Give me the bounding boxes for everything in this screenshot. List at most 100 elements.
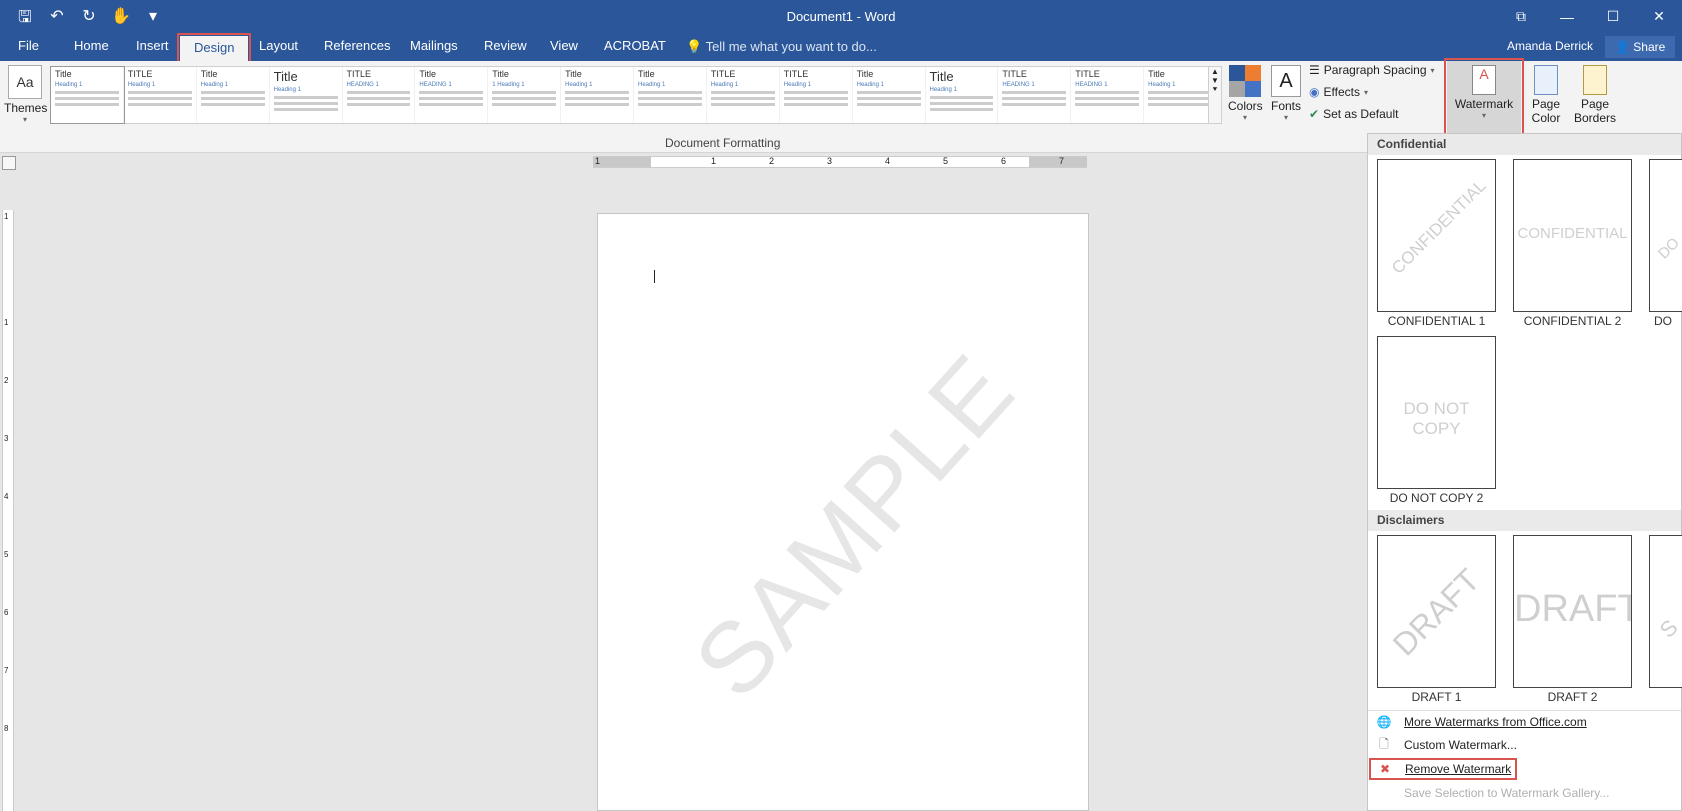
style-set-text-line bbox=[200, 97, 265, 100]
colors-label: Colors bbox=[1228, 99, 1263, 113]
style-set-text-line bbox=[55, 97, 119, 100]
ribbon-tab-bar: File Home Insert Design Layout Reference… bbox=[0, 33, 1682, 64]
set-as-default-button[interactable]: ✔ Set as Default bbox=[1309, 107, 1398, 121]
custom-watermark-item[interactable]: 🗋 Custom Watermark... bbox=[1368, 734, 1681, 756]
style-set-item[interactable]: TITLE HEADING 1 bbox=[998, 67, 1072, 123]
page-borders-button[interactable]: Page Borders bbox=[1570, 65, 1620, 125]
more-watermarks-item[interactable]: 🌐 More Watermarks from Office.com bbox=[1368, 710, 1681, 732]
effects-button[interactable]: ◉ Effects ▾ bbox=[1309, 85, 1368, 99]
paragraph-spacing-label: Paragraph Spacing bbox=[1323, 63, 1427, 77]
confidential-header: Confidential bbox=[1368, 134, 1681, 155]
watermark-thumb-sample[interactable]: S bbox=[1649, 535, 1682, 688]
chevron-down-icon: ▾ bbox=[1242, 113, 1247, 122]
style-set-text-line bbox=[127, 97, 192, 100]
tab-references[interactable]: References bbox=[324, 38, 390, 53]
watermark-thumb-do-not-copy-1[interactable]: DO bbox=[1649, 159, 1682, 312]
style-set-item[interactable]: TITLE Heading 1 bbox=[707, 67, 780, 123]
style-set-text-line bbox=[492, 103, 557, 106]
fonts-button[interactable]: A Fonts ▾ bbox=[1270, 65, 1302, 122]
document-icon: 🗋 bbox=[1379, 736, 1389, 751]
style-set-item[interactable]: Title Heading 1 bbox=[270, 67, 343, 123]
share-button[interactable]: 👤 Share bbox=[1605, 36, 1676, 58]
style-set-item[interactable]: Title Heading 1 bbox=[197, 67, 270, 123]
style-set-item[interactable]: TITLE Heading 1 bbox=[780, 67, 853, 123]
style-set-heading: Heading 1 bbox=[1148, 82, 1176, 88]
style-set-item[interactable]: Title HEADING 1 bbox=[415, 67, 489, 123]
tab-review[interactable]: Review bbox=[484, 38, 527, 53]
remove-watermark-item[interactable]: ✖ Remove Watermark bbox=[1369, 758, 1517, 780]
ruler-number: 1 bbox=[4, 318, 9, 327]
style-set-text-line bbox=[710, 97, 775, 100]
tab-home[interactable]: Home bbox=[74, 38, 109, 53]
ruler-number: 3 bbox=[4, 434, 9, 443]
more-watermarks-label: More Watermarks from Office.com bbox=[1404, 714, 1587, 729]
style-set-item[interactable]: Title Heading 1 bbox=[634, 67, 707, 123]
watermark-thumb-draft-1[interactable]: DRAFT bbox=[1377, 535, 1496, 688]
title-bar: 🖫 ↶ ↻ ✋ ▾ Document1 - Word ⧉ — ☐ ✕ bbox=[0, 0, 1682, 33]
page-color-label-2: Color bbox=[1531, 111, 1561, 125]
tab-selector[interactable] bbox=[2, 156, 16, 170]
style-set-item[interactable]: Title Heading 1 bbox=[50, 66, 125, 124]
style-set-text-line bbox=[856, 103, 921, 106]
style-set-item[interactable]: TITLE HEADING 1 bbox=[1071, 67, 1145, 123]
document-page[interactable]: SAMPLE bbox=[597, 213, 1089, 811]
style-set-item[interactable]: TITLE Heading 1 bbox=[124, 67, 197, 123]
watermark-button[interactable]: A Watermark ▾ bbox=[1444, 58, 1524, 137]
style-set-heading: Heading 1 bbox=[856, 82, 884, 88]
style-set-text-line bbox=[929, 96, 994, 99]
globe-icon: 🌐 bbox=[1376, 714, 1392, 729]
style-set-item[interactable]: Title Heading 1 bbox=[926, 67, 999, 123]
tab-design[interactable]: Design bbox=[176, 33, 252, 64]
tab-view[interactable]: View bbox=[550, 38, 578, 53]
vertical-ruler[interactable]: 1 1 2 3 4 5 6 7 8 bbox=[2, 210, 14, 811]
page-color-button[interactable]: Page Color bbox=[1524, 65, 1568, 125]
ruler-number: 4 bbox=[885, 156, 891, 166]
style-set-text-line bbox=[638, 97, 702, 100]
save-selection-label: Save Selection to Watermark Gallery... bbox=[1404, 786, 1610, 800]
maximize-icon[interactable]: ☐ bbox=[1590, 0, 1636, 33]
style-set-title: TITLE bbox=[127, 69, 153, 79]
style-set-title: TITLE bbox=[710, 69, 736, 79]
tab-acrobat[interactable]: ACROBAT bbox=[604, 38, 666, 53]
paragraph-spacing-icon: ☰ bbox=[1309, 63, 1320, 77]
horizontal-ruler[interactable]: 1 1 2 3 4 5 6 7 bbox=[593, 156, 1087, 168]
watermark-thumb-do-not-copy-2[interactable]: DO NOT COPY bbox=[1377, 336, 1496, 489]
style-set-item[interactable]: Title Heading 1 bbox=[853, 67, 926, 123]
watermark-thumb-confidential-1[interactable]: CONFIDENTIAL bbox=[1377, 159, 1496, 312]
style-set-title: Title bbox=[1148, 69, 1165, 79]
style-set-item[interactable]: Title Heading 1 bbox=[1144, 67, 1217, 123]
style-set-item[interactable]: TITLE HEADING 1 bbox=[343, 67, 416, 123]
tab-mailings[interactable]: Mailings bbox=[410, 38, 458, 53]
tab-file[interactable]: File bbox=[18, 38, 39, 53]
watermark-thumb-draft-2[interactable]: DRAFT bbox=[1513, 535, 1632, 688]
fonts-icon: A bbox=[1271, 65, 1301, 97]
tab-layout[interactable]: Layout bbox=[259, 38, 298, 53]
style-set-title: Title bbox=[492, 69, 509, 79]
style-set-heading: HEADING 1 bbox=[1075, 82, 1108, 88]
thumb-caption: DRAFT 1 bbox=[1411, 690, 1462, 704]
paragraph-spacing-button[interactable]: ☰ Paragraph Spacing ▾ bbox=[1309, 63, 1435, 77]
gallery-scroll[interactable]: ▲ ▼ ⯆ bbox=[1208, 66, 1222, 124]
style-set-heading: Heading 1 bbox=[565, 82, 593, 88]
user-name[interactable]: Amanda Derrick bbox=[1507, 39, 1593, 53]
style-set-text-line bbox=[1002, 97, 1067, 100]
thumb-caption: DRAFT 2 bbox=[1547, 690, 1598, 704]
watermark-thumb-confidential-2[interactable]: CONFIDENTIAL bbox=[1513, 159, 1632, 312]
watermark-icon: A bbox=[1472, 65, 1496, 95]
minimize-icon[interactable]: — bbox=[1544, 0, 1590, 33]
style-set-text-line bbox=[419, 91, 484, 94]
remove-watermark-label: Remove Watermark bbox=[1405, 762, 1512, 776]
style-set-text-line bbox=[492, 91, 557, 94]
close-icon[interactable]: ✕ bbox=[1636, 0, 1682, 33]
themes-button[interactable]: Aa Themes ▾ bbox=[4, 65, 47, 124]
style-set-item[interactable]: Title 1 Heading 1 bbox=[488, 67, 562, 123]
text-cursor bbox=[654, 270, 655, 283]
tab-insert[interactable]: Insert bbox=[136, 38, 169, 53]
style-set-title: Title bbox=[273, 69, 298, 84]
colors-button[interactable]: Colors ▾ bbox=[1228, 65, 1263, 122]
ribbon-display-icon[interactable]: ⧉ bbox=[1498, 0, 1544, 33]
ruler-number: 5 bbox=[943, 156, 949, 166]
tell-me-search[interactable]: 💡 Tell me what you want to do... bbox=[686, 39, 877, 55]
page-color-label-1: Page bbox=[1531, 97, 1561, 111]
style-set-item[interactable]: Title Heading 1 bbox=[561, 67, 634, 123]
